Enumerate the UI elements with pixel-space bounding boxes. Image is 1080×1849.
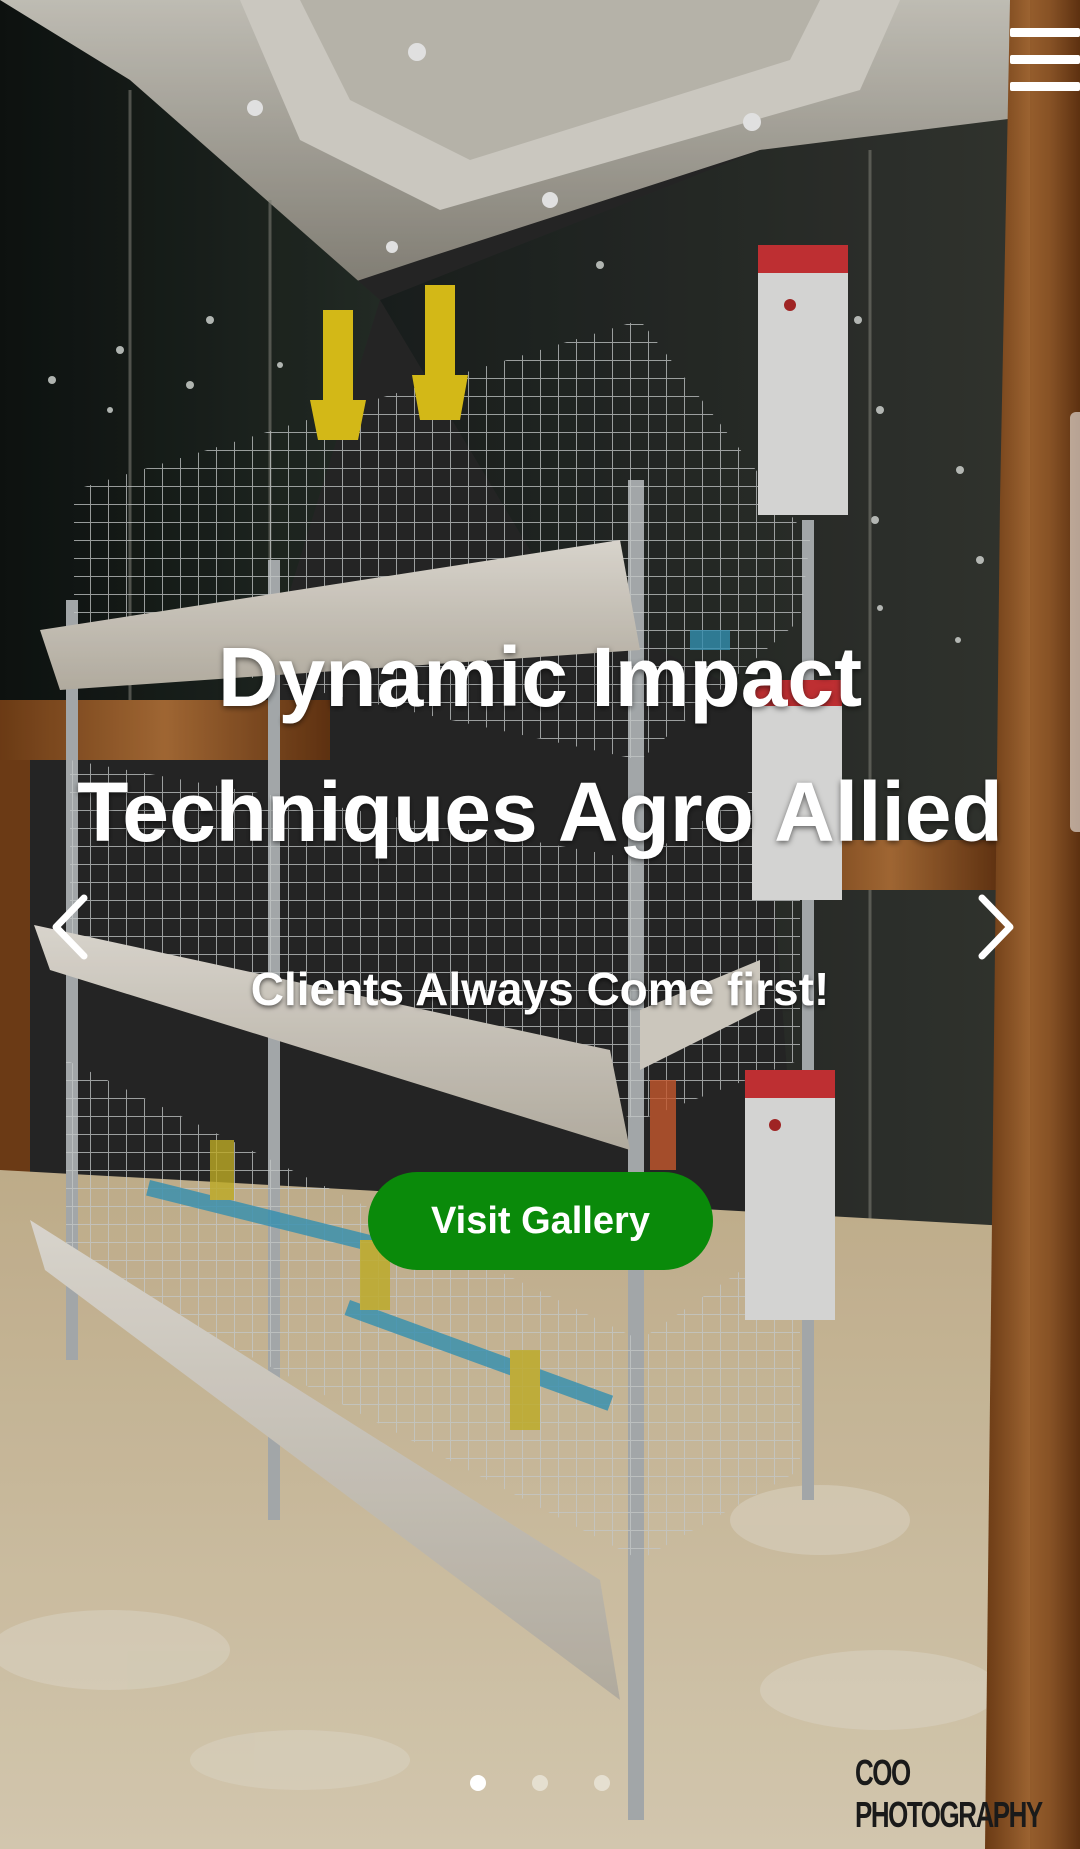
hero-dim-overlay xyxy=(0,0,1080,1849)
chevron-right-icon[interactable] xyxy=(966,892,1022,962)
menu-bar-middle xyxy=(1010,55,1080,64)
hero-slider: Dynamic Impact Techniques Agro Allied Cl… xyxy=(0,0,1080,1849)
slider-pagination xyxy=(464,1775,624,1795)
hero-title-line2: Techniques Agro Allied xyxy=(77,765,1003,859)
photo-watermark: COO PHOTOGRAPHY xyxy=(855,1752,1043,1835)
hamburger-menu-icon[interactable] xyxy=(1010,28,1080,92)
side-scroll-tab[interactable] xyxy=(1070,412,1080,832)
hero-title-line1: Dynamic Impact xyxy=(217,630,863,724)
hero-subtitle: Clients Always Come first! xyxy=(250,963,830,1015)
menu-bar-bottom xyxy=(1010,82,1080,91)
visit-gallery-button[interactable]: Visit Gallery xyxy=(368,1172,713,1270)
chevron-left-icon[interactable] xyxy=(44,892,100,962)
slide-dot-2[interactable] xyxy=(532,1775,548,1791)
slide-dot-1[interactable] xyxy=(470,1775,486,1791)
slide-dot-3[interactable] xyxy=(594,1775,610,1791)
menu-bar-top xyxy=(1010,28,1080,37)
